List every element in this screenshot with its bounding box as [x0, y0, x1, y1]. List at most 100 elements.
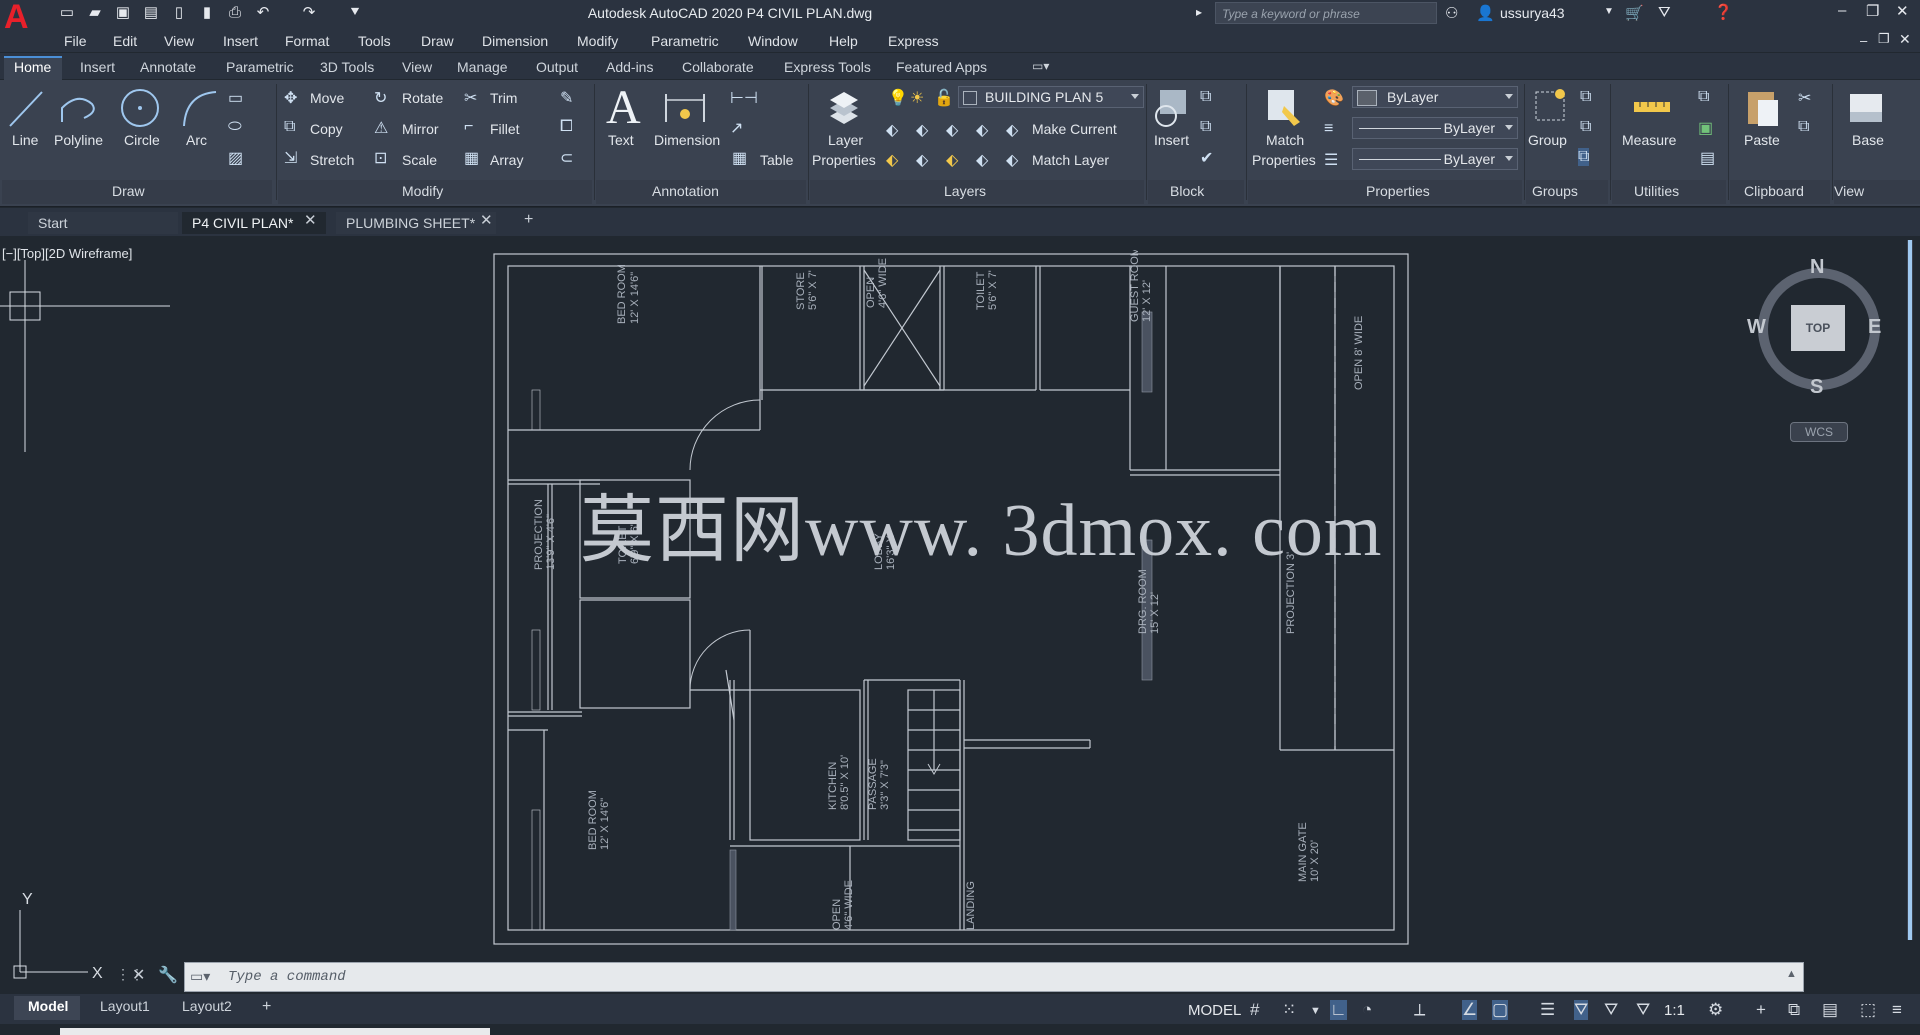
doc-restore-icon[interactable]: ❐ — [1878, 31, 1890, 47]
layers-panel-title[interactable]: Layers — [944, 183, 986, 199]
undo-icon[interactable]: ↶ — [254, 4, 272, 22]
clipboard-panel-title[interactable]: Clipboard — [1744, 183, 1804, 199]
move-button[interactable]: Move — [310, 90, 344, 106]
linear-dim-icon[interactable]: ⊢⊣ — [730, 88, 758, 108]
help-icon[interactable]: ❓ — [1714, 3, 1733, 21]
layer-dropdown[interactable]: BUILDING PLAN 5 — [958, 86, 1144, 108]
command-customize-icon[interactable]: 🔧 — [158, 965, 178, 985]
make-current-icon[interactable]: ⬖ — [1006, 120, 1018, 140]
layer-thaw-icon[interactable]: ☀ — [910, 88, 924, 108]
snap-icon[interactable]: ⁙ — [1282, 1000, 1296, 1020]
polyline-icon[interactable] — [58, 88, 102, 128]
modify-panel-title[interactable]: Modify — [402, 183, 443, 199]
open-file-icon[interactable]: ▰ — [86, 4, 104, 22]
offset-icon[interactable]: ⊂ — [560, 148, 573, 168]
leader-icon[interactable]: ↗ — [730, 118, 743, 138]
line-button[interactable]: Line — [12, 132, 38, 148]
doc-close-icon[interactable]: ✕ — [1899, 31, 1911, 48]
compass-north[interactable]: N — [1810, 256, 1824, 279]
compass-east[interactable]: E — [1868, 316, 1881, 339]
menu-parametric[interactable]: Parametric — [651, 33, 719, 49]
search-expand-icon[interactable]: ▸ — [1196, 5, 1202, 19]
ribbon-minimize-icon[interactable]: ▭▾ — [1032, 59, 1049, 73]
tab-manage[interactable]: Manage — [457, 59, 508, 75]
layer-lock-icon[interactable]: ⬖ — [976, 120, 988, 140]
groups-panel-title[interactable]: Groups — [1532, 183, 1578, 199]
viewcube-top-face[interactable]: TOP — [1791, 305, 1845, 351]
user-dropdown-icon[interactable]: ▼ — [1604, 6, 1614, 17]
annotation-monitor-icon[interactable]: + — [1756, 1000, 1766, 1020]
edit-attributes-icon[interactable]: ✔ — [1200, 148, 1213, 168]
new-file-icon[interactable]: ▭ — [58, 4, 76, 22]
ortho-icon[interactable]: ∟ — [1330, 1000, 1347, 1020]
insert-block-icon[interactable] — [1152, 86, 1192, 130]
annotation-scale-icon[interactable]: ⛛ — [1636, 1000, 1650, 1020]
tab-annotate[interactable]: Annotate — [140, 59, 196, 75]
ellipse-icon[interactable]: ⬭ — [228, 118, 242, 136]
table-button[interactable]: Table — [760, 152, 793, 168]
menu-express[interactable]: Express — [888, 33, 939, 49]
tab-output[interactable]: Output — [536, 59, 578, 75]
plot-icon[interactable]: ⎙ — [226, 4, 244, 22]
workspace-gear-icon[interactable]: ⚙ — [1708, 1000, 1723, 1020]
ungroup-icon[interactable]: ⧉ — [1580, 88, 1591, 106]
circle-icon[interactable] — [118, 86, 162, 130]
text-button[interactable]: Text — [608, 132, 634, 148]
layer-on-icon[interactable]: 💡 — [888, 88, 908, 108]
menu-tools[interactable]: Tools — [358, 33, 391, 49]
stretch-icon[interactable]: ⇲ — [284, 148, 297, 168]
compass-west[interactable]: W — [1747, 316, 1766, 339]
menu-edit[interactable]: Edit — [113, 33, 137, 49]
lineweight-dropdown[interactable]: ByLayer — [1352, 117, 1518, 139]
tab-start[interactable]: Start — [28, 212, 178, 234]
linetype-dropdown[interactable]: ByLayer — [1352, 148, 1518, 170]
scrollbar-thumb[interactable] — [1908, 240, 1912, 940]
menu-format[interactable]: Format — [285, 33, 329, 49]
scale-icon[interactable]: ⊡ — [374, 148, 387, 168]
arc-button[interactable]: Arc — [186, 132, 207, 148]
color-dropdown[interactable]: ByLayer — [1352, 86, 1518, 108]
paste-button[interactable]: Paste — [1744, 132, 1780, 148]
layer-properties-icon[interactable] — [824, 86, 864, 130]
annotation-panel-title[interactable]: Annotation — [652, 183, 719, 199]
close-icon[interactable]: ✕ — [1896, 2, 1909, 20]
close-tab-icon[interactable]: ✕ — [304, 211, 317, 229]
user-name[interactable]: ussurya43 — [1500, 5, 1565, 21]
circle-button[interactable]: Circle — [124, 132, 160, 148]
object-snap-tracking-icon[interactable]: ∠ — [1462, 1000, 1478, 1020]
match-layer-icon[interactable]: ⬖ — [1006, 150, 1018, 170]
copy-icon[interactable]: ⧉ — [284, 118, 295, 136]
view-panel-title[interactable]: View — [1834, 183, 1864, 199]
move-icon[interactable]: ✥ — [284, 88, 297, 108]
properties-panel-title[interactable]: Properties — [1366, 183, 1430, 199]
save-as-icon[interactable]: ▤ — [142, 4, 160, 22]
match-properties-label-1[interactable]: Match — [1266, 132, 1304, 148]
layer-unlock-icon[interactable]: 🔓 — [934, 88, 954, 108]
quick-properties-icon[interactable]: ▤ — [1822, 1000, 1838, 1020]
linetype-icon[interactable]: ☰ — [1324, 150, 1338, 170]
layer-walk-icon[interactable]: ⬖ — [886, 150, 898, 170]
edit-block-icon[interactable]: ⧉ — [1200, 118, 1211, 136]
command-line[interactable] — [184, 962, 1804, 992]
tab-home[interactable]: Home — [14, 59, 51, 75]
menu-file[interactable]: File — [64, 33, 87, 49]
annotation-scale-value[interactable]: 1:1 — [1664, 1002, 1685, 1019]
base-view-icon[interactable] — [1846, 90, 1886, 126]
model-space-indicator[interactable]: MODEL — [1188, 1002, 1241, 1019]
close-tab-icon[interactable]: ✕ — [480, 211, 493, 229]
tab-collaborate[interactable]: Collaborate — [682, 59, 754, 75]
doc-minimize-icon[interactable]: – — [1860, 33, 1867, 48]
polyline-button[interactable]: Polyline — [54, 132, 103, 148]
rotate-button[interactable]: Rotate — [402, 90, 443, 106]
layer-isolate-icon[interactable]: ⬖ — [916, 120, 928, 140]
utilities-panel-title[interactable]: Utilities — [1634, 183, 1679, 199]
group-select-icon[interactable]: ⧉ — [1578, 148, 1590, 166]
match-layer-button[interactable]: Match Layer — [1032, 152, 1109, 168]
open-from-web-icon[interactable]: ▯ — [170, 4, 188, 22]
paste-icon[interactable] — [1742, 86, 1782, 130]
tab-add-ins[interactable]: Add-ins — [606, 59, 653, 75]
hatch-icon[interactable]: ▨ — [228, 148, 243, 168]
menu-dimension[interactable]: Dimension — [482, 33, 548, 49]
tab-express-tools[interactable]: Express Tools — [784, 59, 871, 75]
match-properties-label-2[interactable]: Properties — [1252, 152, 1316, 168]
